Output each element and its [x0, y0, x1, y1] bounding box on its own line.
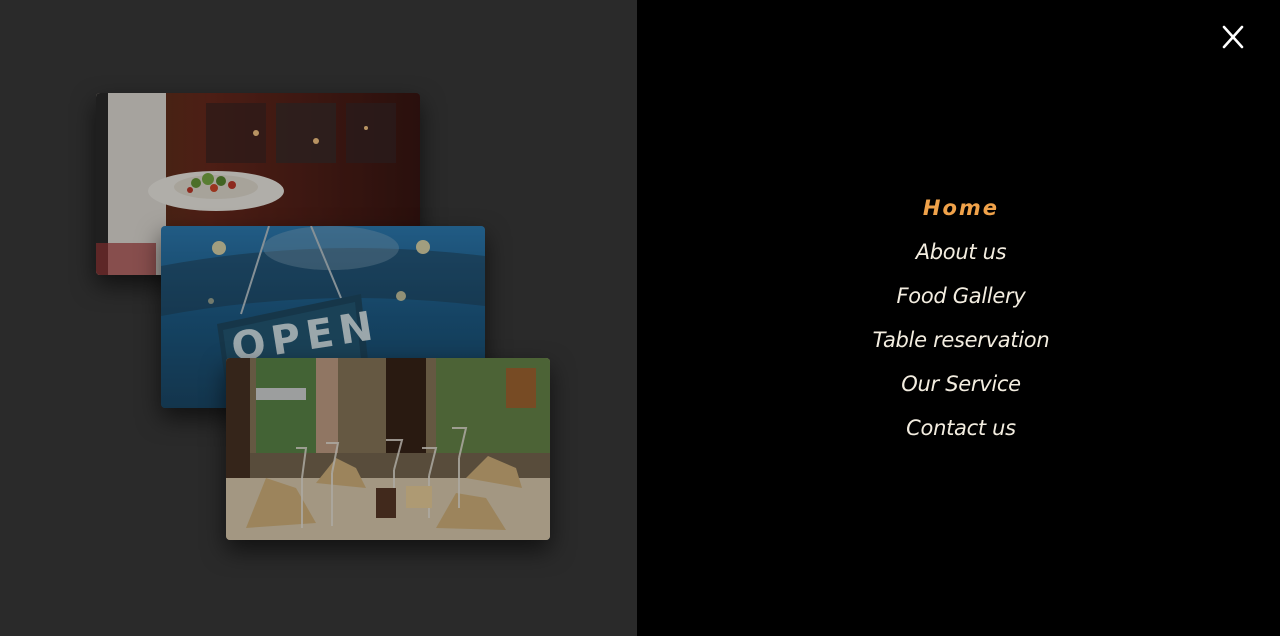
nav-item-contact-us[interactable]: Contact us — [780, 406, 1142, 450]
photo-overlay — [226, 358, 550, 540]
close-icon[interactable] — [1218, 22, 1248, 52]
nav-item-home[interactable]: Home — [780, 186, 1142, 230]
menu-panel: Home About us Food Gallery Table reserva… — [637, 0, 1280, 636]
main-navigation: Home About us Food Gallery Table reserva… — [780, 186, 1142, 450]
gallery-photo-table — [226, 358, 550, 540]
close-button[interactable] — [1218, 22, 1248, 52]
nav-item-about-us[interactable]: About us — [780, 230, 1142, 274]
nav-item-table-reservation[interactable]: Table reservation — [780, 318, 1142, 362]
nav-item-our-service[interactable]: Our Service — [780, 362, 1142, 406]
nav-item-food-gallery[interactable]: Food Gallery — [780, 274, 1142, 318]
gallery-panel: OPEN — [0, 0, 637, 636]
